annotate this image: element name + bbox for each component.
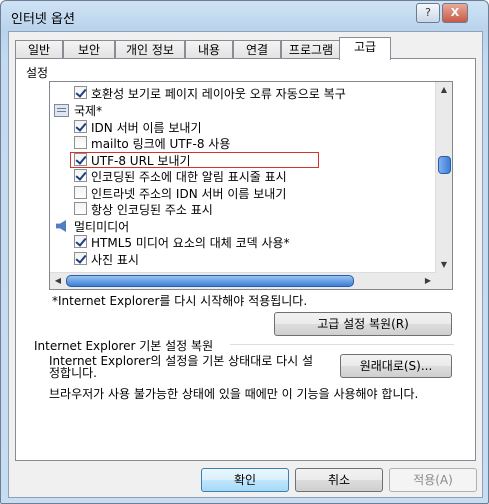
horizontal-scroll-thumb[interactable] xyxy=(66,275,354,287)
cancel-button[interactable]: 취소 xyxy=(295,468,383,492)
checkbox[interactable] xyxy=(74,136,87,149)
list-item-label: mailto 링크에 UTF-8 사용 xyxy=(91,137,231,151)
list-item-label: HTML5 미디어 요소의 대체 코덱 사용* xyxy=(91,236,290,250)
scroll-left-arrow-icon[interactable]: ◀ xyxy=(50,273,66,289)
list-item-label: 사진 표시 xyxy=(91,253,139,267)
reset-button[interactable]: 원래대로(S)... xyxy=(340,354,452,378)
settings-group-label: 설정 xyxy=(26,66,49,80)
tab-privacy[interactable]: 개인 정보 xyxy=(115,40,185,59)
reset-warning: 브라우저가 사용 불가능한 상태에 있을 때에만 이 기능을 사용해야 합니다. xyxy=(49,387,419,401)
category-label: 멀티미디어 xyxy=(74,220,130,234)
list-item-label: 인코딩된 주소에 대한 알림 표시줄 표시 xyxy=(91,170,287,184)
tab-advanced[interactable]: 고급 xyxy=(339,37,391,60)
settings-category-icon xyxy=(54,104,69,117)
tab-security[interactable]: 보안 xyxy=(63,40,115,59)
apply-button[interactable]: 적용(A) xyxy=(389,468,477,492)
list-item-label: IDN 서버 이름 보내기 xyxy=(91,121,202,135)
dialog-client-area: 일반 보안 개인 정보 내용 연결 프로그램 고급 설정 호환성 보기로 페이지… xyxy=(8,31,483,498)
vertical-scroll-thumb[interactable] xyxy=(438,156,451,174)
settings-listbox[interactable]: 호환성 보기로 페이지 레이아웃 오류 자동으로 복구 국제* IDN 서버 이… xyxy=(49,81,453,290)
scroll-down-arrow-icon[interactable]: ▼ xyxy=(436,257,452,273)
vertical-scrollbar[interactable]: ▲ ▼ xyxy=(435,82,452,273)
selection-highlight xyxy=(70,152,319,168)
scrollbar-corner xyxy=(436,273,452,289)
horizontal-scrollbar[interactable]: ◀ ▶ xyxy=(50,272,436,289)
list-item-label: 항상 인코딩된 주소 표시 xyxy=(91,203,213,217)
ok-button[interactable]: 확인 xyxy=(201,468,289,492)
scroll-right-arrow-icon[interactable]: ▶ xyxy=(420,273,436,289)
tab-general[interactable]: 일반 xyxy=(15,40,63,59)
restore-advanced-settings-button[interactable]: 고급 설정 복원(R) xyxy=(274,312,452,336)
list-item-label: 호환성 보기로 페이지 레이아웃 오류 자동으로 복구 xyxy=(91,87,346,101)
window-title: 인터넷 옵션 xyxy=(11,12,75,27)
tab-connections[interactable]: 연결 xyxy=(233,40,281,59)
internet-options-window: 인터넷 옵션 ? X 일반 보안 개인 정보 내용 연결 프로그램 고급 설정 … xyxy=(0,0,489,504)
checkbox[interactable] xyxy=(74,202,87,215)
checkbox[interactable] xyxy=(74,86,87,99)
advanced-tab-panel: 설정 호환성 보기로 페이지 레이아웃 오류 자동으로 복구 국제* IDN 서… xyxy=(15,58,476,461)
close-button[interactable]: X xyxy=(442,3,468,23)
checkbox[interactable] xyxy=(74,120,87,133)
checkbox[interactable] xyxy=(74,169,87,182)
group-divider xyxy=(230,344,454,345)
help-button[interactable]: ? xyxy=(416,3,440,23)
scroll-up-arrow-icon[interactable]: ▲ xyxy=(436,82,452,98)
multimedia-icon xyxy=(56,220,66,232)
checkbox[interactable] xyxy=(74,235,87,248)
tab-content[interactable]: 내용 xyxy=(185,40,233,59)
checkbox[interactable] xyxy=(74,252,87,265)
tab-programs[interactable]: 프로그램 xyxy=(281,40,341,59)
reset-description-line2: 정합니다. xyxy=(49,366,97,380)
list-item-label: 인트라넷 주소의 IDN 서버 이름 보내기 xyxy=(91,187,287,201)
checkbox[interactable] xyxy=(74,186,87,199)
restart-note: *Internet Explorer를 다시 시작해야 적용됩니다. xyxy=(52,294,308,308)
category-label: 국제* xyxy=(74,104,103,118)
title-bar: 인터넷 옵션 ? X xyxy=(1,1,488,31)
